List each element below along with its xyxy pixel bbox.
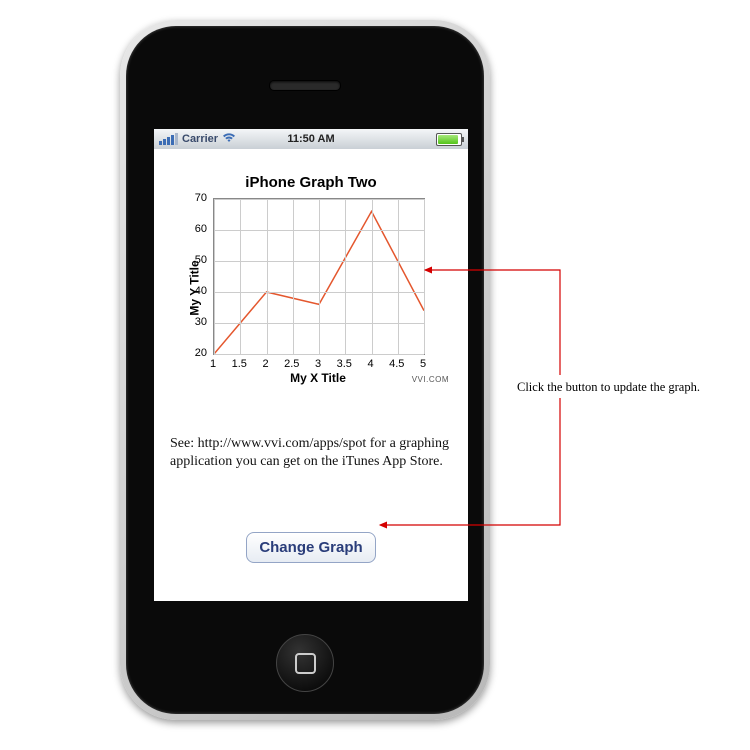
change-graph-button[interactable]: Change Graph [246, 532, 375, 563]
x-tick-label: 4.5 [386, 358, 408, 370]
home-square-icon [295, 653, 316, 674]
y-tick-label: 40 [189, 285, 207, 297]
brand-watermark: VVI.COM [412, 375, 449, 384]
gridline [424, 199, 425, 354]
app-content: iPhone Graph Two My Y Title My X Title V… [154, 149, 468, 601]
y-tick-label: 50 [189, 254, 207, 266]
battery-icon [436, 133, 462, 146]
gridline [267, 199, 268, 354]
x-tick-label: 1 [202, 358, 224, 370]
y-tick-label: 70 [189, 192, 207, 204]
status-bar: Carrier 11:50 AM [154, 129, 468, 150]
x-tick-label: 2.5 [281, 358, 303, 370]
x-tick-label: 4 [360, 358, 382, 370]
gridline [293, 199, 294, 354]
gridline [398, 199, 399, 354]
x-axis-label: My X Title [213, 371, 423, 385]
gridline [345, 199, 346, 354]
plot-area [213, 198, 425, 355]
gridline [372, 199, 373, 354]
gridline [214, 199, 215, 354]
chart: My Y Title My X Title VVI.COM 2030405060… [171, 193, 451, 383]
x-tick-label: 2 [255, 358, 277, 370]
x-tick-label: 3 [307, 358, 329, 370]
home-button[interactable] [276, 634, 334, 692]
signal-strength-icon [159, 133, 178, 145]
x-tick-label: 1.5 [228, 358, 250, 370]
chart-title: iPhone Graph Two [154, 174, 468, 191]
wifi-icon [222, 132, 236, 146]
earpiece-speaker [269, 80, 341, 91]
x-tick-label: 5 [412, 358, 434, 370]
iphone-device-frame: Carrier 11:50 AM iPhone Graph Two My Y T… [120, 20, 490, 720]
carrier-label: Carrier [182, 133, 218, 145]
clock-label: 11:50 AM [287, 133, 334, 145]
x-tick-label: 3.5 [333, 358, 355, 370]
y-tick-label: 30 [189, 316, 207, 328]
gridline [319, 199, 320, 354]
y-tick-label: 60 [189, 223, 207, 235]
iphone-bezel: Carrier 11:50 AM iPhone Graph Two My Y T… [126, 26, 484, 714]
gridline [240, 199, 241, 354]
annotation-text: Click the button to update the graph. [517, 380, 700, 395]
description-text: See: http://www.vvi.com/apps/spot for a … [170, 435, 452, 470]
gridline [214, 354, 424, 355]
device-screen: Carrier 11:50 AM iPhone Graph Two My Y T… [154, 129, 468, 601]
